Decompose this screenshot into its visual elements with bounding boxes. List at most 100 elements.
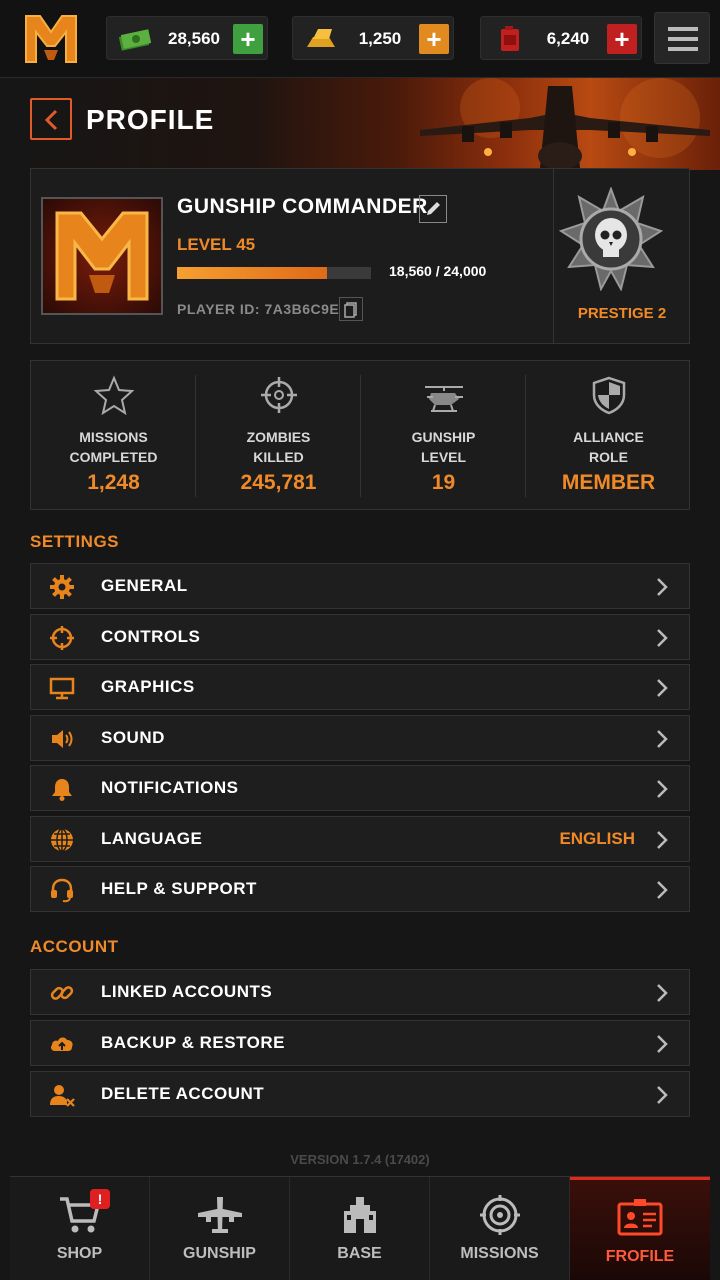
pencil-icon: [427, 202, 440, 215]
avatar[interactable]: [41, 197, 163, 315]
page-title: PROFILE: [86, 104, 215, 135]
profile-header: PROFILE: [0, 78, 720, 170]
stat-label: GUNSHIP LEVEL: [411, 429, 476, 465]
tab-label: SHOP: [56, 1245, 103, 1262]
cloud-upload-icon: [51, 1037, 73, 1051]
gunship-icon: [198, 1197, 242, 1233]
chevron-right-icon: [657, 831, 668, 849]
settings-item-sound[interactable]: SOUND: [30, 715, 690, 761]
copy-icon: [344, 302, 357, 318]
tab-base[interactable]: BASE: [290, 1177, 430, 1280]
tab-label: FROFILE: [605, 1248, 675, 1265]
chevron-right-icon: [657, 984, 668, 1002]
user-delete-icon: [50, 1085, 75, 1107]
gold-value: 1,250: [358, 29, 402, 48]
speaker-icon: [52, 730, 73, 748]
avatar-logo-icon: [55, 211, 149, 301]
tab-label: BASE: [337, 1245, 382, 1262]
stat-value: 1,248: [87, 471, 140, 494]
prestige-label: PRESTIGE 2: [577, 305, 667, 322]
prestige-skull-badge-icon: [559, 187, 663, 291]
stat-value: MEMBER: [561, 471, 656, 494]
settings-item-label: GRAPHICS: [101, 677, 195, 696]
tab-label: MISSIONS: [460, 1245, 539, 1262]
settings-section-title: SETTINGS: [30, 532, 120, 551]
fuel-counter: 6,240 +: [480, 16, 642, 60]
account-item-delete[interactable]: DELETE ACCOUNT: [30, 1071, 690, 1117]
missions-icon: [480, 1195, 520, 1235]
copy-id-button[interactable]: [339, 297, 363, 321]
settings-item-label: LANGUAGE: [101, 829, 203, 848]
account-item-backup[interactable]: BACKUP & RESTORE: [30, 1020, 690, 1066]
globe-icon: [51, 828, 73, 852]
tab-gunship[interactable]: GUNSHIP: [150, 1177, 290, 1280]
settings-item-language[interactable]: LANGUAGE ENGLISH: [30, 816, 690, 862]
profile-card: GUNSHIP COMMANDER LEVEL 45 18,560 / 24,0…: [30, 168, 690, 344]
xp-progress-fill: [177, 267, 327, 279]
fuel-can-icon: [501, 26, 519, 51]
settings-item-label: HELP & SUPPORT: [101, 879, 257, 898]
cash-counter: 28,560 +: [106, 16, 268, 60]
menu-button[interactable]: [654, 12, 710, 64]
gunship-plane-art: [420, 78, 710, 170]
add-fuel-button[interactable]: +: [607, 24, 637, 54]
account-item-label: LINKED ACCOUNTS: [101, 982, 273, 1001]
cash-value: 28,560: [168, 29, 220, 48]
base-icon: [344, 1197, 376, 1233]
settings-item-help[interactable]: HELP & SUPPORT: [30, 866, 690, 912]
tab-profile[interactable]: FROFILE: [570, 1177, 710, 1280]
settings-item-label: NOTIFICATIONS: [101, 778, 239, 797]
add-cash-button[interactable]: +: [233, 24, 263, 54]
account-item-label: BACKUP & RESTORE: [101, 1033, 286, 1052]
back-button[interactable]: [30, 98, 72, 140]
shield-icon: [592, 376, 626, 415]
chevron-right-icon: [657, 881, 668, 899]
account-section-title: ACCOUNT: [30, 937, 119, 956]
xp-text: 18,560 / 24,000: [389, 263, 487, 279]
cash-icon: [118, 29, 152, 51]
chevron-left-icon: [44, 109, 58, 131]
player-name: GUNSHIP COMMANDER: [177, 195, 428, 218]
monitor-icon: [49, 677, 75, 700]
stat-value: 245,781: [240, 471, 317, 494]
xp-progress-bar: [177, 267, 371, 279]
link-icon: [50, 986, 74, 1000]
account-item-linked[interactable]: LINKED ACCOUNTS: [30, 969, 690, 1015]
crosshair-icon: [50, 626, 74, 650]
language-value: ENGLISH: [559, 829, 635, 848]
chevron-right-icon: [657, 679, 668, 697]
edit-name-button[interactable]: [419, 195, 447, 223]
chevron-right-icon: [657, 730, 668, 748]
chevron-right-icon: [657, 578, 668, 596]
tab-missions[interactable]: MISSIONS: [430, 1177, 570, 1280]
version-text: VERSION 1.7.4 (17402): [290, 1152, 430, 1167]
settings-item-label: SOUND: [101, 728, 165, 747]
id-card-icon: [617, 1199, 663, 1236]
settings-item-graphics[interactable]: GRAPHICS: [30, 664, 690, 710]
gunship-icon: [425, 386, 463, 412]
settings-item-label: GENERAL: [101, 576, 188, 595]
stat-gunship-level: GUNSHIP LEVEL 19: [361, 361, 526, 511]
stat-label: ALLIANCE ROLE: [573, 429, 644, 465]
settings-item-controls[interactable]: CONTROLS: [30, 614, 690, 660]
stat-alliance-role: ALLIANCE ROLE MEMBER: [526, 361, 691, 511]
tab-label: GUNSHIP: [183, 1245, 256, 1262]
chevron-right-icon: [657, 780, 668, 798]
stat-zombies: ZOMBIES KILLED 245,781: [196, 361, 361, 511]
top-bar: 28,560 + 1,250 + 6,240 +: [0, 0, 720, 78]
game-logo-icon[interactable]: [22, 10, 80, 68]
settings-item-notifications[interactable]: NOTIFICATIONS: [30, 765, 690, 811]
settings-item-label: CONTROLS: [101, 627, 201, 646]
tab-shop[interactable]: ! SHOP: [10, 1177, 150, 1280]
settings-item-general[interactable]: GENERAL: [30, 563, 690, 609]
stat-missions: MISSIONS COMPLETED 1,248: [31, 361, 196, 511]
stat-label: ZOMBIES KILLED: [246, 429, 311, 465]
add-gold-button[interactable]: +: [419, 24, 449, 54]
player-level: LEVEL 45: [177, 235, 256, 254]
stat-value: 19: [431, 471, 456, 494]
stats-panel: MISSIONS COMPLETED 1,248 ZOMBIES KILLED …: [30, 360, 690, 510]
chevron-right-icon: [657, 1086, 668, 1104]
account-item-label: DELETE ACCOUNT: [101, 1084, 265, 1103]
gear-icon: [50, 575, 74, 599]
stat-label: MISSIONS COMPLETED: [69, 429, 158, 465]
